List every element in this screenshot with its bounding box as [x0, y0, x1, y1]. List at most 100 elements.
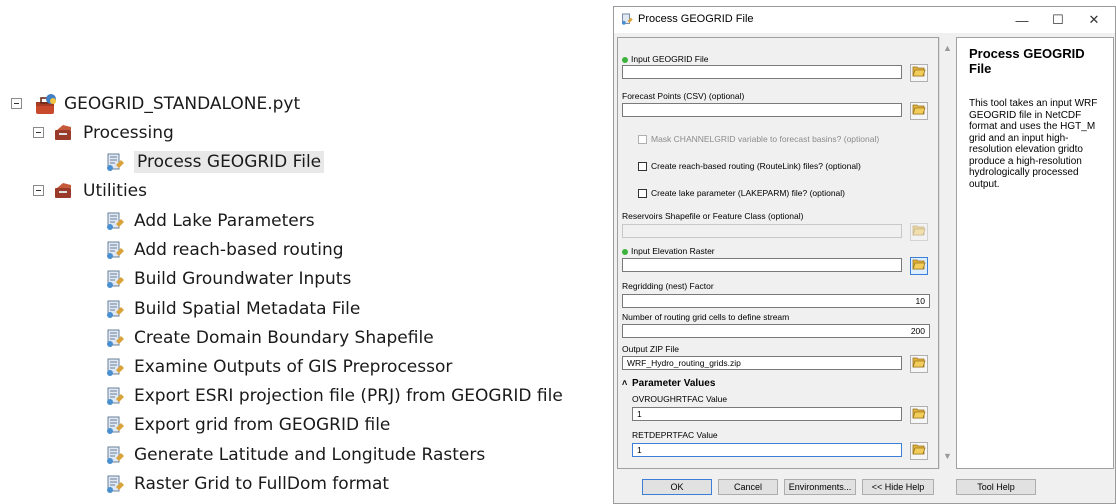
script-tool-icon [104, 268, 126, 290]
toolbox-label: GEOGRID_STANDALONE.pyt [64, 94, 301, 114]
folder-icon [912, 442, 926, 460]
elevation-label: Input Elevation Raster [622, 246, 715, 256]
tool-label: Examine Outputs of GIS Preprocessor [134, 357, 453, 377]
tree-item-tool[interactable]: Create Domain Boundary Shapefile [104, 325, 434, 351]
toolset-icon [53, 180, 75, 202]
input-geogrid-field[interactable] [622, 65, 902, 79]
script-tool-icon [104, 327, 126, 349]
collapse-processing-toggle[interactable] [33, 127, 44, 138]
routing-cells-label: Number of routing grid cells to define s… [622, 312, 790, 322]
required-indicator [622, 248, 628, 255]
tree-item-tool[interactable]: Export grid from GEOGRID file [104, 412, 390, 438]
reach-routing-checkbox[interactable]: Create reach-based routing (RouteLink) f… [638, 161, 861, 171]
scroll-up-icon[interactable]: ▲ [943, 43, 952, 53]
retdeprtfac-label: RETDEPRTFAC Value [632, 430, 718, 440]
routing-cells-field[interactable]: 200 [622, 324, 930, 338]
maximize-button[interactable]: ☐ [1040, 7, 1076, 33]
form-scrollbar[interactable]: ▲ ▼ [939, 37, 956, 469]
collapse-toolbox-toggle[interactable] [11, 98, 22, 109]
browse-folder-button[interactable] [910, 223, 928, 241]
tree-item-processing[interactable]: Processing [53, 120, 174, 146]
script-tool-icon [104, 414, 126, 436]
script-tool-icon [104, 444, 126, 466]
folder-icon [912, 64, 926, 82]
output-zip-field[interactable]: WRF_Hydro_routing_grids.zip [622, 356, 902, 370]
browse-folder-button[interactable] [910, 257, 928, 275]
mask-channelgrid-label: Mask CHANNELGRID variable to forecast ba… [651, 134, 880, 144]
parameter-form: Input GEOGRID File Forecast Points (CSV)… [617, 37, 939, 469]
reach-routing-label: Create reach-based routing (RouteLink) f… [651, 161, 861, 171]
toolset-label: Processing [83, 123, 174, 143]
tree-item-tool[interactable]: Build Groundwater Inputs [104, 266, 351, 292]
environments-button[interactable]: Environments... [784, 479, 856, 495]
ok-button[interactable]: OK [642, 479, 712, 495]
tool-label: Add reach-based routing [134, 240, 344, 261]
tree-item-tool[interactable]: Generate Latitude and Longitude Rasters [104, 442, 485, 468]
scroll-down-icon[interactable]: ▼ [943, 451, 952, 461]
tree-item-tool[interactable]: Examine Outputs of GIS Preprocessor [104, 354, 452, 380]
checkbox-box [638, 134, 647, 144]
script-tool-icon [104, 210, 126, 232]
input-geogrid-label-text: Input GEOGRID File [631, 54, 709, 64]
collapse-chevron-icon: ˄ [622, 378, 628, 388]
tree-item-tool[interactable]: Add reach-based routing [104, 237, 344, 263]
regridding-field[interactable]: 10 [622, 294, 930, 308]
reservoirs-label: Reservoirs Shapefile or Feature Class (o… [622, 211, 804, 221]
tree-item-process-geogrid-file[interactable]: Process GEOGRID File [104, 149, 325, 175]
tool-help-button[interactable]: Tool Help [956, 479, 1036, 495]
collapse-utilities-toggle[interactable] [33, 185, 44, 196]
tree-item-utilities[interactable]: Utilities [53, 178, 147, 204]
browse-folder-button[interactable] [910, 102, 928, 120]
folder-icon [912, 257, 926, 275]
tool-label: Add Lake Parameters [134, 211, 315, 231]
elevation-label-text: Input Elevation Raster [631, 246, 715, 256]
help-text: This tool takes an input WRF GEOGRID fil… [969, 98, 1098, 190]
hide-help-button[interactable]: << Hide Help [862, 479, 934, 495]
parameter-values-section[interactable]: ˄ Parameter Values [622, 378, 715, 389]
tool-label: Generate Latitude and Longitude Rasters [134, 444, 486, 465]
elevation-field[interactable] [622, 258, 902, 272]
browse-folder-button[interactable] [910, 406, 928, 424]
script-tool-icon [104, 385, 126, 407]
checkbox-box [638, 161, 647, 171]
python-toolbox-icon [34, 93, 56, 115]
script-tool-icon [104, 298, 126, 320]
lake-param-checkbox[interactable]: Create lake parameter (LAKEPARM) file? (… [638, 188, 845, 198]
tree-item-tool[interactable]: Add Lake Parameters [104, 208, 315, 234]
regridding-label: Regridding (nest) Factor [622, 281, 714, 291]
input-geogrid-label: Input GEOGRID File [622, 54, 708, 64]
browse-folder-button[interactable] [910, 64, 928, 82]
script-tool-icon [104, 473, 126, 495]
close-button[interactable]: ✕ [1076, 7, 1112, 33]
mask-channelgrid-checkbox[interactable]: Mask CHANNELGRID variable to forecast ba… [638, 134, 879, 144]
retdeprtfac-field[interactable]: 1 [632, 443, 902, 457]
dialog-titlebar[interactable]: Process GEOGRID File — ☐ ✕ [614, 7, 1115, 33]
help-title: Process GEOGRID File [969, 46, 1085, 76]
toolset-label: Utilities [83, 181, 147, 201]
dialog-title: Process GEOGRID File [638, 13, 754, 25]
browse-folder-button[interactable] [910, 355, 928, 373]
reservoirs-field[interactable] [622, 224, 902, 238]
tool-label: Create Domain Boundary Shapefile [134, 327, 434, 348]
folder-icon [912, 355, 926, 373]
tree-item-tool[interactable]: Export ESRI projection file (PRJ) from G… [104, 383, 563, 409]
folder-icon [912, 406, 926, 424]
script-tool-icon [104, 239, 126, 261]
tool-label: Raster Grid to FullDom format [134, 473, 390, 494]
ovroughrtfac-label: OVROUGHRTFAC Value [632, 394, 728, 404]
tree-item-toolbox[interactable]: GEOGRID_STANDALONE.pyt [34, 91, 300, 117]
tree-item-tool[interactable]: Raster Grid to FullDom format [104, 471, 389, 497]
required-indicator [622, 56, 628, 63]
folder-icon [912, 102, 926, 120]
minimize-button[interactable]: — [1004, 7, 1040, 33]
browse-folder-button[interactable] [910, 442, 928, 460]
script-tool-icon [104, 151, 126, 173]
help-panel: Process GEOGRID File This tool takes an … [956, 37, 1114, 469]
ovroughrtfac-field[interactable]: 1 [632, 407, 902, 421]
tree-item-tool[interactable]: Build Spatial Metadata File [104, 296, 360, 322]
forecast-points-field[interactable] [622, 103, 902, 117]
cancel-button[interactable]: Cancel [718, 479, 778, 495]
tool-label: Export ESRI projection file (PRJ) from G… [134, 386, 563, 407]
checkbox-box [638, 188, 647, 198]
script-tool-icon [620, 12, 634, 26]
